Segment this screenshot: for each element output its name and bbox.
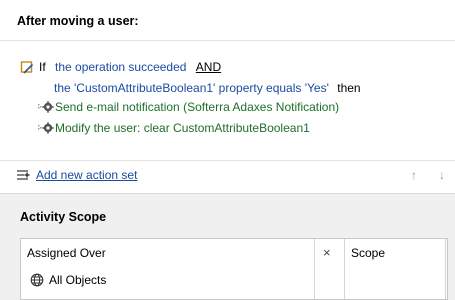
activity-scope-grid: Assigned Over × Scope All Objects: [20, 238, 448, 300]
gear-icon: [38, 101, 54, 113]
action-send-email[interactable]: Send e-mail notification (Softerra Adaxe…: [55, 99, 339, 115]
column-scope[interactable]: Scope: [351, 239, 385, 267]
if-keyword: If: [39, 60, 46, 74]
table-row[interactable]: All Objects: [49, 271, 106, 289]
column-assigned-over[interactable]: Assigned Over: [27, 239, 106, 267]
condition-line-1: If the operation succeeded AND: [39, 59, 221, 75]
gear-icon: [38, 122, 54, 134]
add-action-set-icon: [17, 170, 30, 180]
section-title: After moving a user:: [17, 14, 139, 28]
condition-property-equals[interactable]: the 'CustomAttributeBoolean1' property e…: [54, 81, 329, 95]
remove-column-icon[interactable]: ×: [323, 239, 331, 267]
rule-panel: After moving a user: If the operation su…: [0, 0, 455, 194]
divider: [0, 160, 455, 161]
condition-operation-succeeded[interactable]: the operation succeeded: [55, 60, 186, 74]
action-modify-user[interactable]: Modify the user: clear CustomAttributeBo…: [55, 120, 310, 136]
divider: [0, 40, 455, 41]
move-down-icon[interactable]: ↓: [436, 168, 448, 182]
column-divider: [445, 239, 446, 299]
and-operator[interactable]: AND: [196, 60, 221, 74]
move-up-icon[interactable]: ↑: [408, 168, 420, 182]
then-keyword: then: [337, 81, 361, 95]
globe-icon: [30, 273, 44, 287]
column-divider: [314, 239, 315, 299]
column-divider: [344, 239, 345, 299]
add-action-set-link[interactable]: Add new action set: [36, 168, 137, 182]
condition-icon: [20, 61, 34, 74]
condition-line-2: the 'CustomAttributeBoolean1' property e…: [54, 80, 361, 96]
activity-scope-title: Activity Scope: [20, 210, 107, 224]
